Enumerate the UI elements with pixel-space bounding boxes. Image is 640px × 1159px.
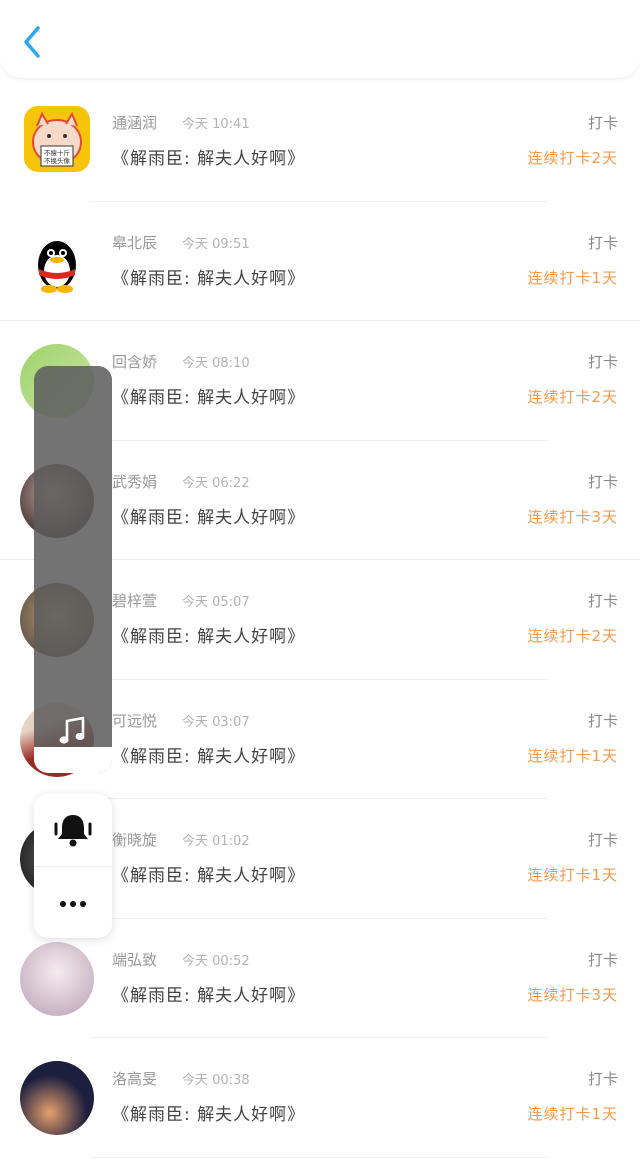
streak-label: 连续打卡2天 — [527, 627, 618, 645]
user-name[interactable]: 端弘致 — [112, 949, 157, 970]
streak-label: 连续打卡1天 — [527, 1105, 618, 1123]
top-bar — [0, 0, 640, 78]
checkin-action-label: 打卡 — [587, 472, 618, 491]
avatar-text-1: 不瘦十斤 — [44, 148, 71, 157]
streak-label: 连续打卡3天 — [527, 985, 618, 1004]
avatar[interactable] — [20, 941, 94, 1016]
avatar[interactable] — [20, 1061, 94, 1135]
streak-label: 连续打卡1天 — [527, 268, 618, 287]
side-action-box — [34, 794, 112, 938]
checkin-time: 今天 00:38 — [182, 1073, 250, 1088]
back-button[interactable] — [16, 22, 52, 62]
avatar[interactable] — [20, 224, 94, 299]
checkin-time: 今天 10:41 — [182, 117, 250, 132]
book-title[interactable]: 《解雨臣: 解夫人好啊》 — [112, 861, 305, 886]
checkin-time: 今天 05:07 — [182, 595, 250, 610]
book-title[interactable]: 《解雨臣: 解夫人好啊》 — [112, 1100, 305, 1125]
checkin-action-label: 打卡 — [587, 353, 618, 371]
checkin-time: 今天 03:07 — [182, 714, 250, 730]
more-dots-icon[interactable] — [51, 886, 95, 922]
book-title[interactable]: 《解雨臣: 解夫人好啊》 — [112, 981, 305, 1006]
floating-player-panel[interactable] — [34, 366, 112, 773]
divider — [34, 866, 112, 867]
user-name[interactable]: 可远悦 — [112, 710, 157, 731]
user-name[interactable]: 碧梓萱 — [112, 590, 157, 611]
streak-label: 连续打卡2天 — [527, 149, 618, 167]
user-name[interactable]: 洛高旻 — [112, 1068, 157, 1089]
streak-label: 连续打卡1天 — [527, 746, 618, 765]
list-item[interactable]: 洛高旻 今天 00:38 《解雨臣: 解夫人好啊》 打卡 连续打卡1天 — [0, 1038, 640, 1158]
avatar-text-2: 不换头像 — [44, 156, 71, 165]
panel-bottom-edge — [34, 747, 112, 773]
book-title[interactable]: 《解雨臣: 解夫人好啊》 — [112, 622, 305, 647]
streak-label: 连续打卡2天 — [527, 388, 618, 406]
checkin-time: 今天 00:52 — [182, 953, 250, 969]
book-title[interactable]: 《解雨臣: 解夫人好啊》 — [112, 383, 305, 408]
checkin-time: 今天 08:10 — [182, 356, 250, 371]
streak-label: 连续打卡1天 — [527, 866, 618, 884]
avatar[interactable]: 不瘦十斤 不换头像 — [24, 106, 90, 172]
chevron-left-icon — [24, 26, 40, 58]
list-item[interactable]: 皋北辰 今天 09:51 《解雨臣: 解夫人好啊》 打卡 连续打卡1天 — [0, 202, 640, 322]
music-note-icon[interactable] — [56, 714, 90, 748]
checkin-time: 今天 01:02 — [182, 834, 250, 849]
book-title[interactable]: 《解雨臣: 解夫人好啊》 — [112, 742, 305, 767]
checkin-action-label: 打卡 — [587, 711, 618, 730]
book-title[interactable]: 《解雨臣: 解夫人好啊》 — [112, 503, 305, 528]
book-title[interactable]: 《解雨臣: 解夫人好啊》 — [112, 264, 305, 289]
streak-label: 连续打卡3天 — [527, 507, 618, 526]
bell-icon[interactable] — [51, 812, 95, 848]
checkin-action-label: 打卡 — [587, 831, 618, 849]
user-name[interactable]: 皋北辰 — [112, 232, 157, 253]
checkin-action-label: 打卡 — [587, 592, 618, 610]
checkin-action-label: 打卡 — [587, 233, 618, 252]
book-title[interactable]: 《解雨臣: 解夫人好啊》 — [112, 144, 305, 169]
checkin-time: 今天 06:22 — [182, 475, 250, 491]
checkin-time: 今天 09:51 — [182, 236, 250, 252]
checkin-action-label: 打卡 — [587, 950, 618, 969]
user-name[interactable]: 武秀娟 — [112, 471, 157, 492]
user-name[interactable]: 回含娇 — [112, 351, 157, 372]
list-item[interactable]: 不瘦十斤 不换头像 通涵润 今天 10:41 《解雨臣: 解夫人好啊》 打卡 连… — [0, 82, 640, 202]
checkin-action-label: 打卡 — [587, 114, 618, 132]
user-name[interactable]: 衡晓旋 — [112, 829, 157, 850]
user-name[interactable]: 通涵润 — [112, 112, 157, 133]
checkin-action-label: 打卡 — [587, 1070, 618, 1088]
